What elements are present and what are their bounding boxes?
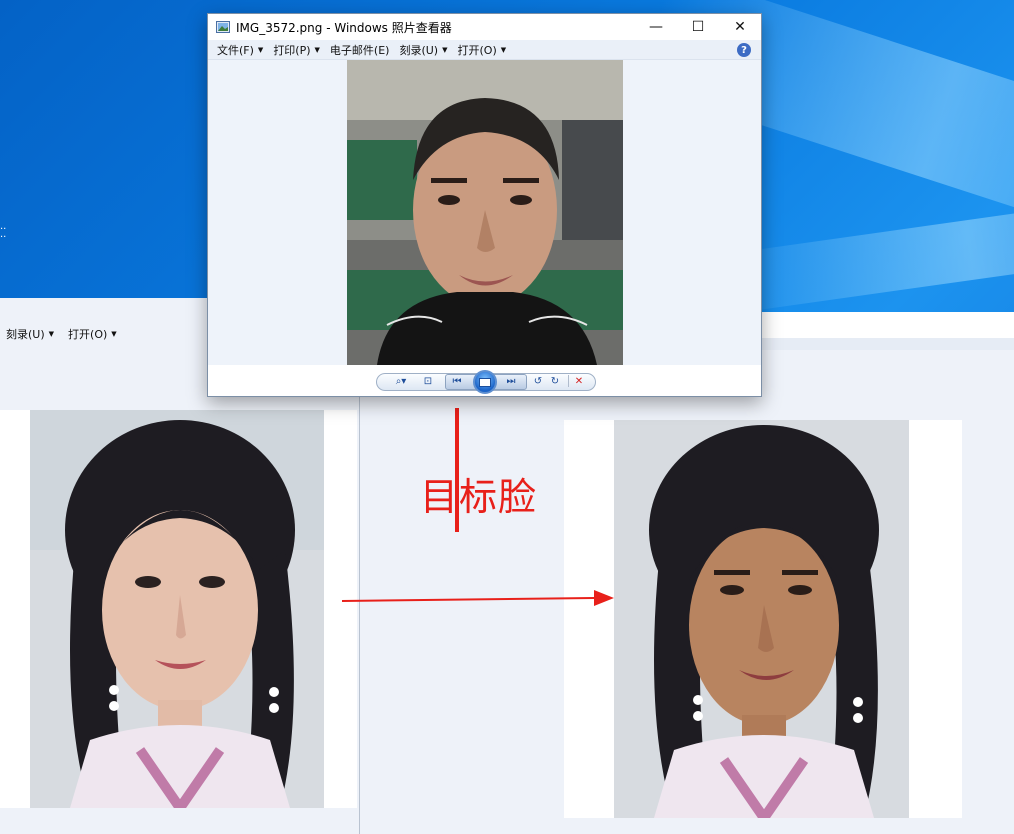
rotate-clockwise-icon[interactable]: ↻ <box>548 375 562 388</box>
slideshow-icon[interactable] <box>473 370 497 394</box>
zoom-icon[interactable]: ⌕▾ <box>390 375 412 388</box>
bg-menu-burn[interactable]: 刻录(U) ▼ <box>6 326 54 342</box>
chevron-down-icon: ▼ <box>111 330 117 338</box>
close-icon[interactable]: ✕ <box>719 14 761 40</box>
photo-viewer-window[interactable]: IMG_3572.png - Windows 照片查看器 — ☐ ✕ 文件(F)… <box>207 13 762 397</box>
delete-icon[interactable]: ✕ <box>572 375 586 388</box>
source-portrait-image <box>30 410 324 808</box>
maximize-icon[interactable]: ☐ <box>677 14 719 40</box>
bg-menu-open[interactable]: 打开(O) ▼ <box>68 326 117 342</box>
menu-bar: 文件(F) ▼ 打印(P) ▼ 电子邮件(E) 刻录(U) ▼ 打开(O) ▼ ? <box>208 40 761 60</box>
help-icon[interactable]: ? <box>737 43 751 57</box>
menu-open[interactable]: 打开(O) ▼ <box>458 42 507 58</box>
chevron-down-icon: ▼ <box>314 45 320 54</box>
menu-file[interactable]: 文件(F) ▼ <box>217 42 263 58</box>
displayed-photo <box>347 60 623 365</box>
chevron-down-icon: ▼ <box>48 330 55 338</box>
image-viewport[interactable] <box>208 60 761 365</box>
next-icon[interactable]: ⏭ <box>503 375 519 388</box>
menu-burn[interactable]: 刻录(U) ▼ <box>399 42 447 58</box>
result-portrait-image <box>614 420 909 818</box>
title-bar[interactable]: IMG_3572.png - Windows 照片查看器 — ☐ ✕ <box>208 14 761 40</box>
chevron-down-icon: ▼ <box>442 45 448 54</box>
desktop-icon-stub[interactable]: ·· ·· <box>0 225 6 243</box>
source-photo <box>0 410 357 808</box>
chevron-down-icon: ▼ <box>257 45 264 54</box>
result-photo <box>564 420 962 818</box>
previous-icon[interactable]: ⏮ <box>449 375 465 388</box>
annotation-arrow-icon <box>342 590 614 606</box>
menu-email[interactable]: 电子邮件(E) <box>330 42 390 58</box>
viewer-controls: ⌕▾ ⊡ ⏮ ⏭ ↺ ↻ ✕ <box>208 365 761 396</box>
photo-viewer-app-icon <box>216 21 230 33</box>
window-title: IMG_3572.png - Windows 照片查看器 <box>236 20 452 35</box>
minimize-icon[interactable]: — <box>635 14 677 40</box>
rotate-counterclockwise-icon[interactable]: ↺ <box>531 375 545 388</box>
chevron-down-icon: ▼ <box>500 45 507 54</box>
fit-window-icon[interactable]: ⊡ <box>420 375 436 388</box>
menu-print[interactable]: 打印(P) ▼ <box>273 42 320 58</box>
target-face-label: 目标脸 <box>420 475 538 519</box>
